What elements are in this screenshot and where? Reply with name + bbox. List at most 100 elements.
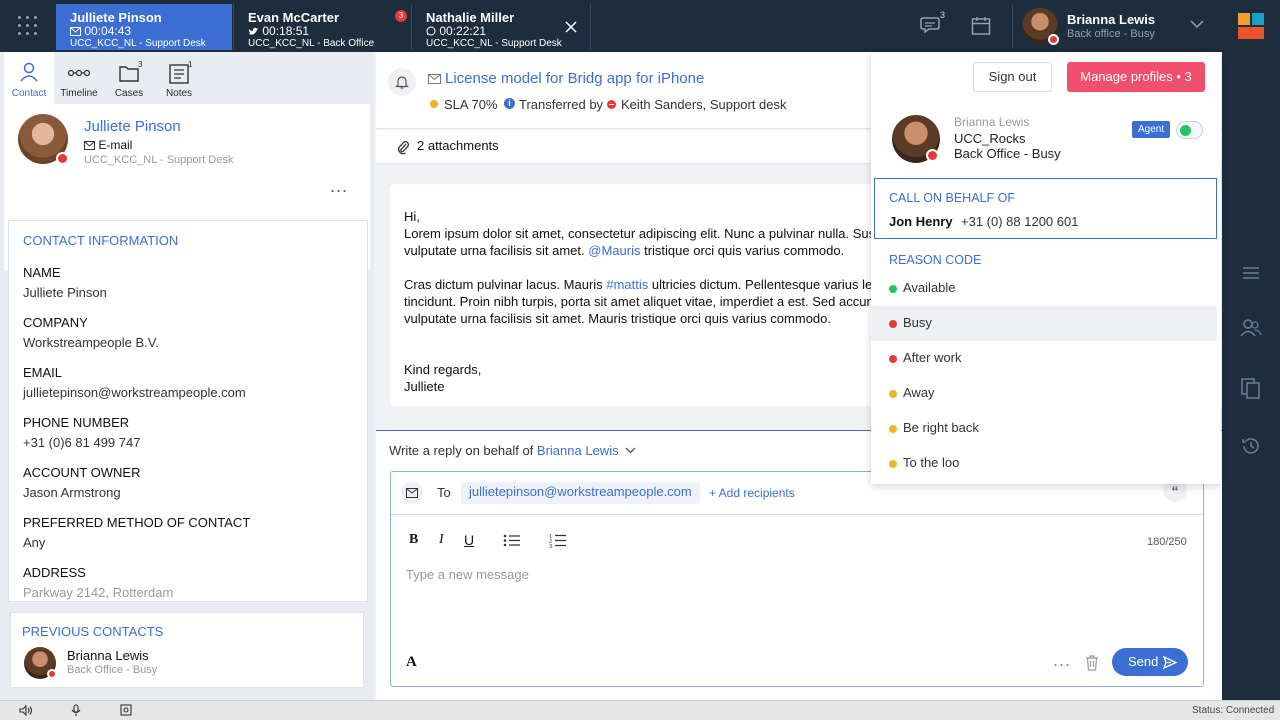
tab-label: Notes — [165, 88, 193, 99]
brand-logo — [1238, 13, 1264, 39]
hashtag[interactable]: #mattis — [606, 277, 648, 292]
call-queue: UCC_KCC_NL - Back Office — [248, 38, 375, 49]
paperclip-icon — [398, 141, 409, 155]
status-dot — [889, 425, 897, 433]
reason-away[interactable]: Away — [871, 376, 1217, 411]
chat-button[interactable]: 3 — [920, 10, 946, 39]
sla-value: SLA 70% — [444, 97, 498, 112]
notes-count: 1 — [188, 60, 193, 69]
field-label-preferred-contact: PREFERRED METHOD OF CONTACT — [23, 515, 251, 530]
tab-cases[interactable]: 3 Cases — [104, 52, 154, 104]
status-dot — [889, 390, 897, 398]
add-recipients-link[interactable]: + Add recipients — [709, 486, 795, 500]
reason-label: After work — [903, 350, 962, 365]
call-queue: UCC_KCC_NL - Support Desk — [426, 38, 562, 49]
field-value-phone: +31 (0)6 81 499 747 — [23, 435, 141, 450]
tab-label: Cases — [114, 88, 144, 99]
status-dot — [889, 355, 897, 363]
message-input[interactable]: Type a new message — [406, 567, 529, 582]
reason-available[interactable]: Available — [871, 271, 1217, 306]
profile-name: Brianna Lewis — [954, 115, 1030, 129]
sign-out-button[interactable]: Sign out — [973, 62, 1052, 92]
status-dot — [889, 460, 897, 468]
reason-label: Busy — [903, 315, 932, 330]
notification-button[interactable] — [388, 68, 416, 96]
tab-divider — [590, 4, 591, 50]
send-button[interactable]: Send — [1112, 648, 1188, 676]
call-name: Evan McCarter — [248, 10, 340, 25]
twitter-icon — [248, 27, 258, 35]
call-time: 00:18:51 — [248, 25, 396, 38]
divider — [1012, 4, 1013, 48]
call-on-behalf[interactable]: CALL ON BEHALF OF Jon Henry +31 (0) 88 1… — [874, 178, 1217, 239]
chat-icon — [920, 17, 940, 34]
call-tab-nathalie[interactable]: Nathalie Miller 00:22:21 UCC_KCC_NL - Su… — [412, 4, 590, 50]
user-status: Back office - Busy — [1067, 28, 1155, 40]
call-queue: UCC_KCC_NL - Support Desk — [70, 38, 206, 49]
screen-icon[interactable] — [120, 704, 132, 716]
tab-contact[interactable]: Contact — [4, 52, 54, 104]
calendar-icon[interactable] — [971, 16, 991, 36]
manage-profiles-button[interactable]: Manage profiles • 3 — [1067, 62, 1205, 92]
reason-after-work[interactable]: After work — [871, 341, 1217, 376]
tab-label: Contact — [11, 88, 47, 99]
numbered-list-icon[interactable]: 123 — [549, 533, 567, 548]
transferred-label: Transferred by — [519, 97, 604, 112]
section-title: PREVIOUS CONTACTS — [22, 624, 164, 639]
previous-contact-status: Back Office - Busy — [67, 664, 158, 676]
mention[interactable]: @Mauris — [588, 243, 640, 258]
reply-on-behalf[interactable]: Write a reply on behalf of Brianna Lewis — [389, 443, 636, 458]
contact-name[interactable]: Julliete Pinson — [84, 118, 181, 135]
right-rail — [1222, 52, 1280, 700]
timeline-icon — [68, 69, 90, 77]
agent-toggle[interactable] — [1176, 121, 1203, 139]
character-counter: 180/250 — [1147, 536, 1187, 548]
previous-contact-name[interactable]: Brianna Lewis — [67, 648, 149, 663]
email-subject: License model for Bridg app for iPhone — [445, 70, 705, 87]
mail-icon — [84, 141, 95, 150]
close-icon[interactable] — [565, 21, 577, 33]
profile-dropdown: Sign out Manage profiles • 3 Brianna Lew… — [871, 52, 1221, 484]
chevron-down-icon — [1190, 20, 1204, 29]
status-dot — [1048, 34, 1059, 45]
italic-button[interactable]: I — [439, 532, 444, 548]
underline-button[interactable]: U — [464, 532, 474, 548]
tab-timeline[interactable]: Timeline — [54, 52, 104, 104]
field-value-address: Parkway 2142, Rotterdam — [23, 585, 174, 600]
more-options-icon[interactable]: ... — [330, 177, 348, 195]
call-tab-evan[interactable]: Evan McCarter 00:18:51 UCC_KCC_NL - Back… — [234, 4, 410, 50]
reason-be-right-back[interactable]: Be right back — [871, 411, 1217, 446]
more-options-icon[interactable]: ... — [1053, 650, 1071, 671]
svg-text:3: 3 — [549, 544, 552, 548]
call-tab-julliete[interactable]: Julliete Pinson 00:04:43 UCC_KCC_NL - Su… — [56, 4, 232, 50]
person-icon — [20, 62, 38, 82]
user-menu[interactable]: Brianna Lewis Back office - Busy — [1022, 8, 1212, 46]
call-time: 00:04:43 — [70, 25, 218, 38]
field-label-phone: PHONE NUMBER — [23, 415, 130, 430]
contact-panel: Contact Timeline 3 Cases 1 Notes Julliet… — [0, 52, 374, 700]
reason-to-the-loo[interactable]: To the loo — [871, 446, 1217, 481]
mail-icon — [70, 27, 81, 36]
history-icon[interactable] — [1241, 436, 1261, 456]
recipient-chip[interactable]: jullietepinson@workstreampeople.com — [461, 482, 700, 504]
reason-label: Available — [903, 280, 956, 295]
apps-grid-icon[interactable] — [18, 16, 38, 36]
field-value-name: Julliete Pinson — [23, 285, 107, 300]
text-format-icon[interactable]: A — [406, 654, 417, 671]
copy-icon[interactable] — [1241, 378, 1261, 400]
section-title: REASON CODE — [889, 253, 982, 267]
tab-notes[interactable]: 1 Notes — [154, 52, 204, 104]
bullet-list-icon[interactable] — [503, 534, 521, 547]
users-icon[interactable] — [1240, 318, 1262, 338]
reason-busy[interactable]: Busy — [871, 306, 1217, 341]
blocked-icon — [607, 100, 616, 109]
status-dot — [889, 320, 897, 328]
call-name: Nathalie Miller — [426, 10, 515, 25]
microphone-icon[interactable] — [71, 704, 81, 717]
call-name: Julliete Pinson — [70, 10, 162, 25]
bold-button[interactable]: B — [409, 532, 418, 548]
menu-icon[interactable] — [1242, 266, 1260, 280]
speaker-icon[interactable] — [19, 705, 33, 716]
trash-icon[interactable] — [1085, 655, 1099, 671]
field-label-email: EMAIL — [23, 365, 63, 380]
